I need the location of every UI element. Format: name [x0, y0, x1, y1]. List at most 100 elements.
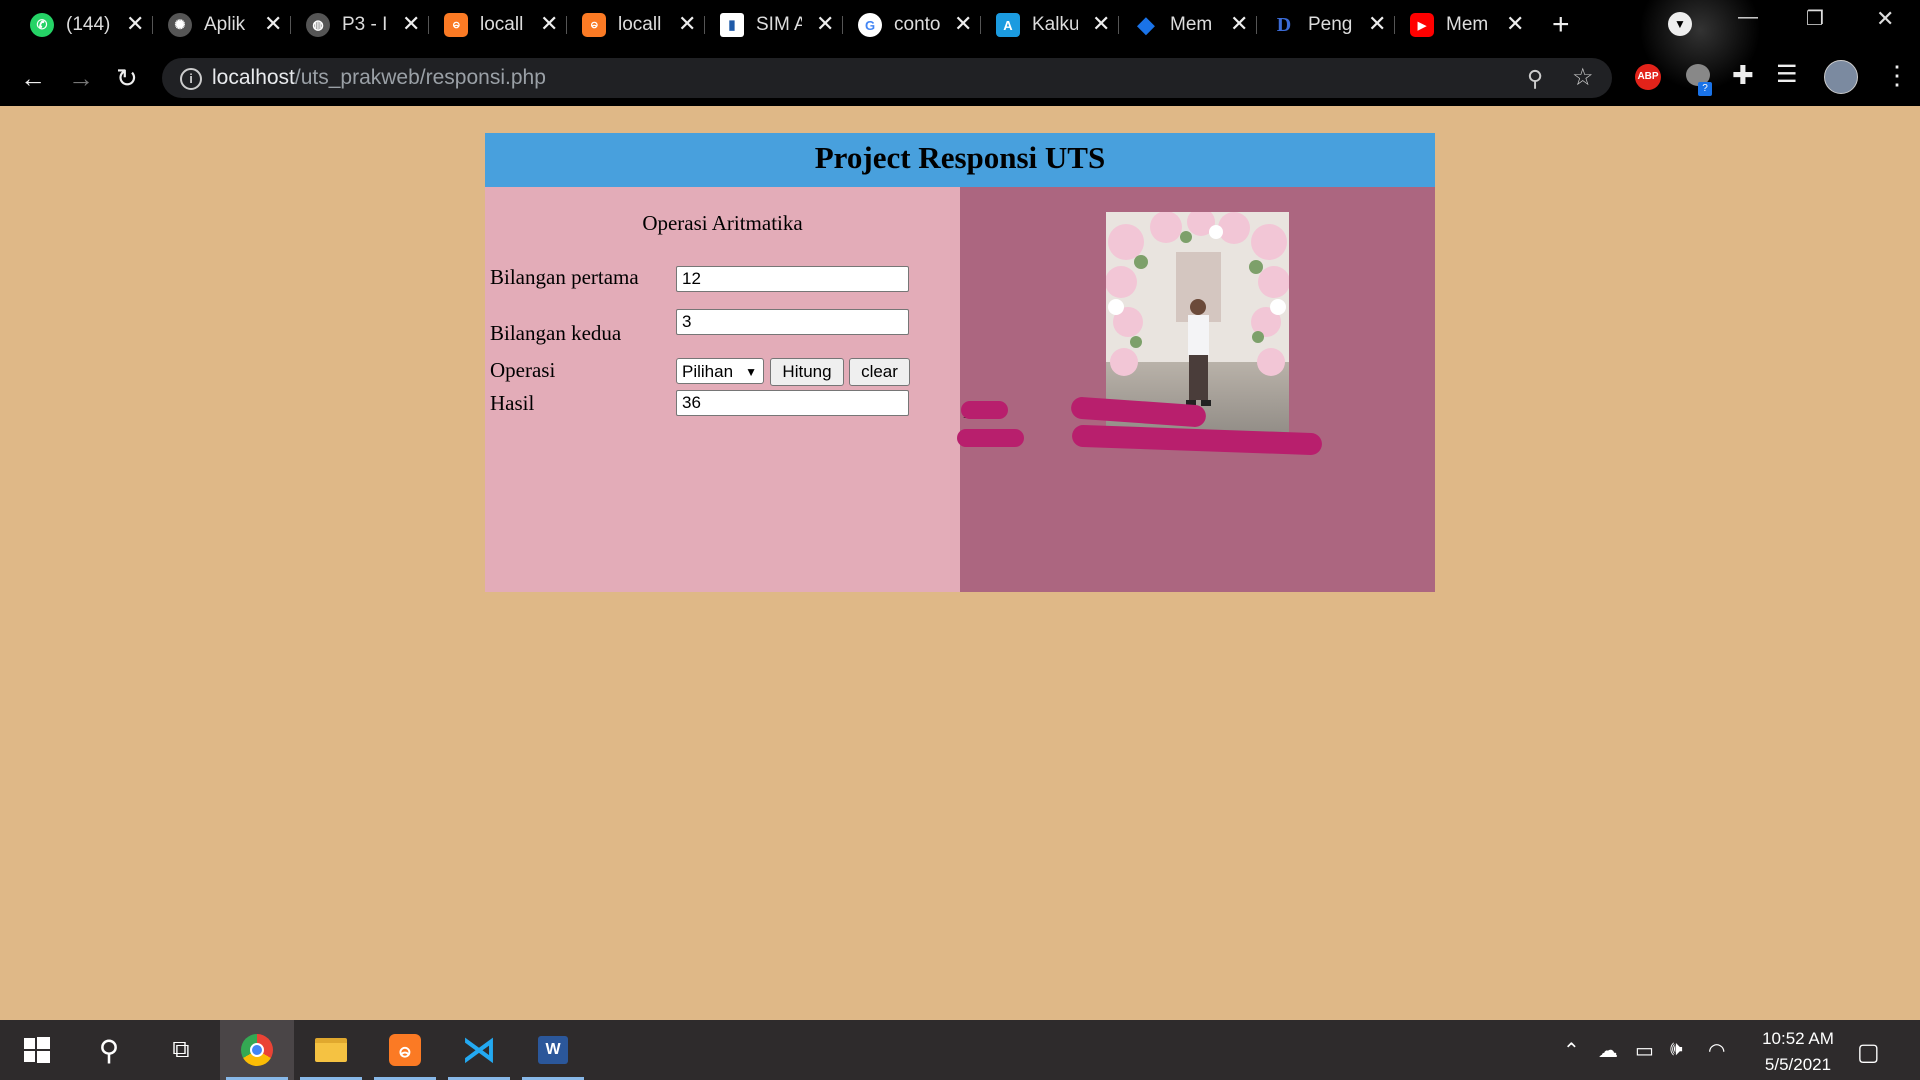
calculator-panel: Operasi Aritmatika Bilangan pertama 12 B… — [485, 187, 960, 592]
result-input[interactable]: 36 — [676, 390, 909, 416]
close-tab-icon[interactable]: ✕ — [540, 11, 558, 37]
first-number-input[interactable]: 12 — [676, 266, 909, 292]
clear-button[interactable]: clear — [849, 358, 910, 386]
operation-label: Operasi — [490, 358, 556, 382]
tab-search-icon[interactable]: ▼ — [1668, 12, 1692, 36]
close-tab-icon[interactable]: ✕ — [126, 11, 144, 37]
tab-6[interactable]: G conto ✕ — [842, 8, 981, 42]
adblock-icon[interactable]: ABP — [1635, 64, 1661, 90]
taskbar: ⚲ ⧉ ဓ ⋊ W ⌃ ☁ ▭ 🕪 ◠ 10:52 AM 5/5/2021 ▢ — [0, 1020, 1920, 1080]
tab-strip: ✆ (144) ✕ ✺ Aplik ✕ ◍ P3 - I ✕ ဓ locall … — [0, 0, 1920, 50]
tab-7[interactable]: A Kalku ✕ — [980, 8, 1119, 42]
url-host: localhost — [212, 66, 295, 89]
url-text[interactable]: localhost/uts_prakweb/responsi.php — [212, 66, 546, 90]
second-number-label: Bilangan kedua — [490, 321, 622, 345]
task-view-icon[interactable]: ⧉ — [144, 1020, 218, 1080]
close-tab-icon[interactable]: ✕ — [402, 11, 420, 37]
tab-3[interactable]: ဓ locall ✕ — [428, 8, 567, 42]
browser-toolbar: ← → ↻ i localhost/uts_prakweb/responsi.p… — [0, 50, 1920, 106]
zoom-icon[interactable]: ⚲ — [1527, 66, 1543, 92]
result-label: Hasil — [490, 391, 535, 415]
address-bar[interactable]: i localhost/uts_prakweb/responsi.php ⚲ ☆ — [162, 58, 1612, 98]
system-clock[interactable]: 10:52 AM 5/5/2021 — [1748, 1026, 1848, 1078]
file-explorer-taskbar-icon[interactable] — [294, 1020, 368, 1080]
close-tab-icon[interactable]: ✕ — [1506, 11, 1524, 37]
restore-icon[interactable]: ❐ — [1806, 6, 1824, 31]
tab-title: conto — [894, 14, 940, 35]
clock-date: 5/5/2021 — [1764, 1055, 1832, 1074]
vscode-icon: ⋊ — [462, 1031, 496, 1069]
browser-chrome: ✆ (144) ✕ ✺ Aplik ✕ ◍ P3 - I ✕ ဓ locall … — [0, 0, 1920, 106]
first-number-label: Bilangan pertama — [490, 265, 639, 289]
menu-icon[interactable]: ⋮ — [1884, 60, 1910, 91]
form-title: Operasi Aritmatika — [642, 211, 803, 235]
diamond-icon: ◆ — [1137, 12, 1155, 37]
tab-title: P3 - I — [342, 14, 388, 35]
onedrive-icon[interactable]: ☁ — [1598, 1038, 1618, 1063]
back-icon[interactable]: ← — [20, 64, 46, 92]
tab-1[interactable]: ✺ Aplik ✕ — [152, 8, 291, 42]
xampp-icon: ဓ — [444, 13, 468, 37]
tab-2[interactable]: ◍ P3 - I ✕ — [290, 8, 429, 42]
new-tab-button[interactable]: + — [1552, 8, 1570, 42]
wifi-icon[interactable]: ◠ — [1708, 1038, 1725, 1063]
responsi-container: Project Responsi UTS Operasi Aritmatika … — [485, 133, 1435, 592]
tab-title: locall — [618, 14, 662, 35]
tab-5[interactable]: ▮ SIM A ✕ — [704, 8, 843, 42]
calculator-app-icon: A — [996, 13, 1020, 37]
tab-8[interactable]: ◆ Mem ✕ — [1118, 8, 1257, 42]
tab-4[interactable]: ဓ locall ✕ — [566, 8, 705, 42]
chevron-down-icon: ▼ — [745, 365, 757, 379]
search-icon[interactable]: ⚲ — [72, 1020, 146, 1080]
start-button[interactable] — [0, 1020, 74, 1080]
word-taskbar-icon[interactable]: W — [516, 1020, 590, 1080]
calculate-button[interactable]: Hitung — [770, 358, 844, 386]
show-hidden-icons-icon[interactable]: ⌃ — [1563, 1038, 1580, 1063]
close-tab-icon[interactable]: ✕ — [678, 11, 696, 37]
minimize-icon[interactable]: — — [1738, 6, 1758, 29]
info-icon[interactable]: i — [180, 68, 202, 90]
avatar[interactable] — [1824, 60, 1858, 94]
tab-title: locall — [480, 14, 524, 35]
close-window-icon[interactable]: ✕ — [1876, 6, 1894, 32]
second-number-input[interactable]: 3 — [676, 309, 909, 335]
close-tab-icon[interactable]: ✕ — [1230, 11, 1248, 37]
close-tab-icon[interactable]: ✕ — [1092, 11, 1110, 37]
xampp-taskbar-icon[interactable]: ဓ — [368, 1020, 442, 1080]
google-icon: G — [858, 13, 882, 37]
operation-select[interactable]: Pilihan ▼ — [676, 358, 764, 384]
tab-title: Mem — [1446, 14, 1489, 35]
reload-icon[interactable]: ↻ — [116, 64, 138, 92]
volume-icon[interactable]: 🕪 — [1670, 1038, 1683, 1061]
tab-title: (144) — [66, 14, 111, 35]
tab-0[interactable]: ✆ (144) ✕ — [14, 8, 153, 42]
tab-title: Mem — [1170, 14, 1213, 35]
xampp-icon: ဓ — [582, 13, 606, 37]
close-tab-icon[interactable]: ✕ — [1368, 11, 1386, 37]
close-tab-icon[interactable]: ✕ — [264, 11, 282, 37]
tab-9[interactable]: D Peng ✕ — [1256, 8, 1395, 42]
tab-10[interactable]: ▶ Mem ✕ — [1394, 8, 1532, 42]
openai-icon: ✺ — [168, 13, 192, 37]
battery-icon[interactable]: ▭ — [1635, 1038, 1654, 1063]
notification-center-icon[interactable]: ▢ — [1857, 1038, 1880, 1067]
chrome-taskbar-icon[interactable] — [220, 1020, 294, 1080]
vscode-taskbar-icon[interactable]: ⋊ — [442, 1020, 516, 1080]
windows-icon — [24, 1037, 50, 1063]
tab-title: SIM A — [756, 14, 802, 35]
close-tab-icon[interactable]: ✕ — [954, 11, 972, 37]
whatsapp-icon: ✆ — [30, 13, 54, 37]
globe-icon: ◍ — [306, 13, 330, 37]
forward-icon[interactable]: → — [68, 64, 94, 92]
redaction-mark — [961, 401, 1008, 419]
puzzle-icon[interactable]: ✚ — [1732, 60, 1754, 91]
xampp-icon: ဓ — [389, 1034, 421, 1066]
tab-title: Kalku — [1032, 14, 1078, 35]
d-letter-icon: D — [1276, 13, 1292, 36]
page-header: Project Responsi UTS — [485, 133, 1435, 187]
url-path: /uts_prakweb/responsi.php — [294, 66, 546, 89]
media-control-icon[interactable]: ☰ — [1776, 60, 1798, 89]
word-icon: W — [538, 1036, 568, 1064]
close-tab-icon[interactable]: ✕ — [816, 11, 834, 37]
bookmark-star-icon[interactable]: ☆ — [1572, 63, 1594, 92]
